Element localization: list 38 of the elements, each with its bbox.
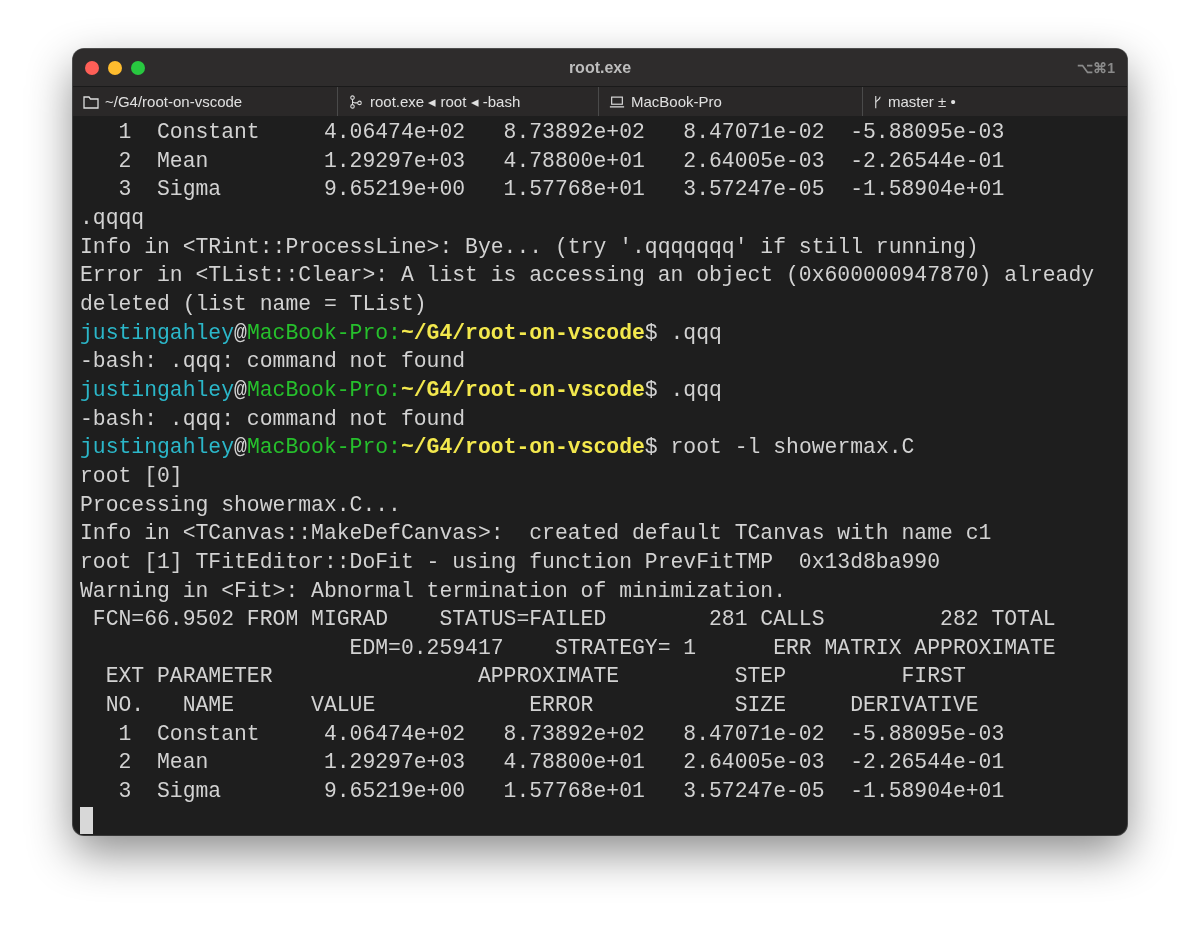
terminal-line: .qqqq [80,204,145,232]
terminal-line: root [0] [80,462,183,490]
terminal-line: EDM=0.259417 STRATEGY= 1 ERR MATRIX APPROXIMATE [348,634,1056,662]
laptop-icon [609,94,625,109]
terminal-line: justingahley@MacBook-Pro:~/G4/root-on-vscode$ .qqq [80,319,722,347]
terminal-line: FCN=66.9502 FROM MIGRAD STATUS=FAILED 281 CALLS 282 TOTAL [91,606,1056,634]
branch-icon [873,94,882,109]
terminal-line: NO. NAME VALUE ERROR SIZE DERIVATIVE [104,692,979,720]
status-segment[interactable]: ~/G4/root-on-vscode [73,87,338,116]
terminal-line: Warning in <Fit>: Abnormal termination of minimization. [80,577,786,605]
terminal-line: EXT PARAMETER APPROXIMATE STEP FIRST [104,663,966,691]
terminal-line: Info in <TCanvas::MakeDefCanvas>: created default TCanvas with name c1 [80,520,992,548]
window-title: root.exe [568,58,632,77]
terminal-line: Info in <TRint::ProcessLine>: Bye... (try '.qqqqqqq' if still running) [80,233,979,261]
status-segment[interactable]: MacBook-Pro [599,87,863,116]
close-button[interactable] [85,60,99,75]
terminal-line: Error in <TList::Clear>: A list is accessing an object (0x600000947870) already [80,262,1095,290]
terminal-line: 3 Sigma 9.65219e+00 1.57768e+01 3.57247e-05 -1.58904e+01 [117,176,1005,204]
terminal-line: -bash: .qqq: command not found [80,405,466,433]
minimize-button[interactable] [108,60,122,75]
terminal-line: justingahley@MacBook-Pro:~/G4/root-on-vscode$ .qqq [80,376,722,404]
terminal-line: 2 Mean 1.29297e+03 4.78800e+01 2.64005e-03 -2.26544e-01 [117,147,1005,175]
terminal-line: -bash: .qqq: command not found [80,348,466,376]
terminal-line: justingahley@MacBook-Pro:~/G4/root-on-vscode$ root -l showermax.C [80,434,915,462]
terminal-line: root [1] TFitEditor::DoFit - using function PrevFitTMP 0x13d8ba990 [80,548,941,576]
terminal-line: Processing showermax.C... [80,491,401,519]
terminal-line: 1 Constant 4.06474e+02 8.73892e+02 8.47071e-02 -5.88095e-03 [117,720,1005,748]
shortcut-label: ⌥⌘1 [1076,59,1115,76]
status-segment[interactable]: root.exe ◂ root ◂ -bash [338,87,599,116]
folder-icon [83,94,99,109]
zoom-button[interactable] [131,60,145,75]
graph-icon [348,94,364,109]
text-cursor [80,806,93,834]
terminal-line: 1 Constant 4.06474e+02 8.73892e+02 8.47071e-02 -5.88095e-03 [117,119,1005,146]
terminal-line: 3 Sigma 9.65219e+00 1.57768e+01 3.57247e-05 -1.58904e+01 [117,778,1005,806]
terminal-line: deleted (list name = TList) [80,290,427,318]
terminal-line: 2 Mean 1.29297e+03 4.78800e+01 2.64005e-03 -2.26544e-01 [117,749,1005,777]
status-segment[interactable]: master ± • [863,87,1127,116]
